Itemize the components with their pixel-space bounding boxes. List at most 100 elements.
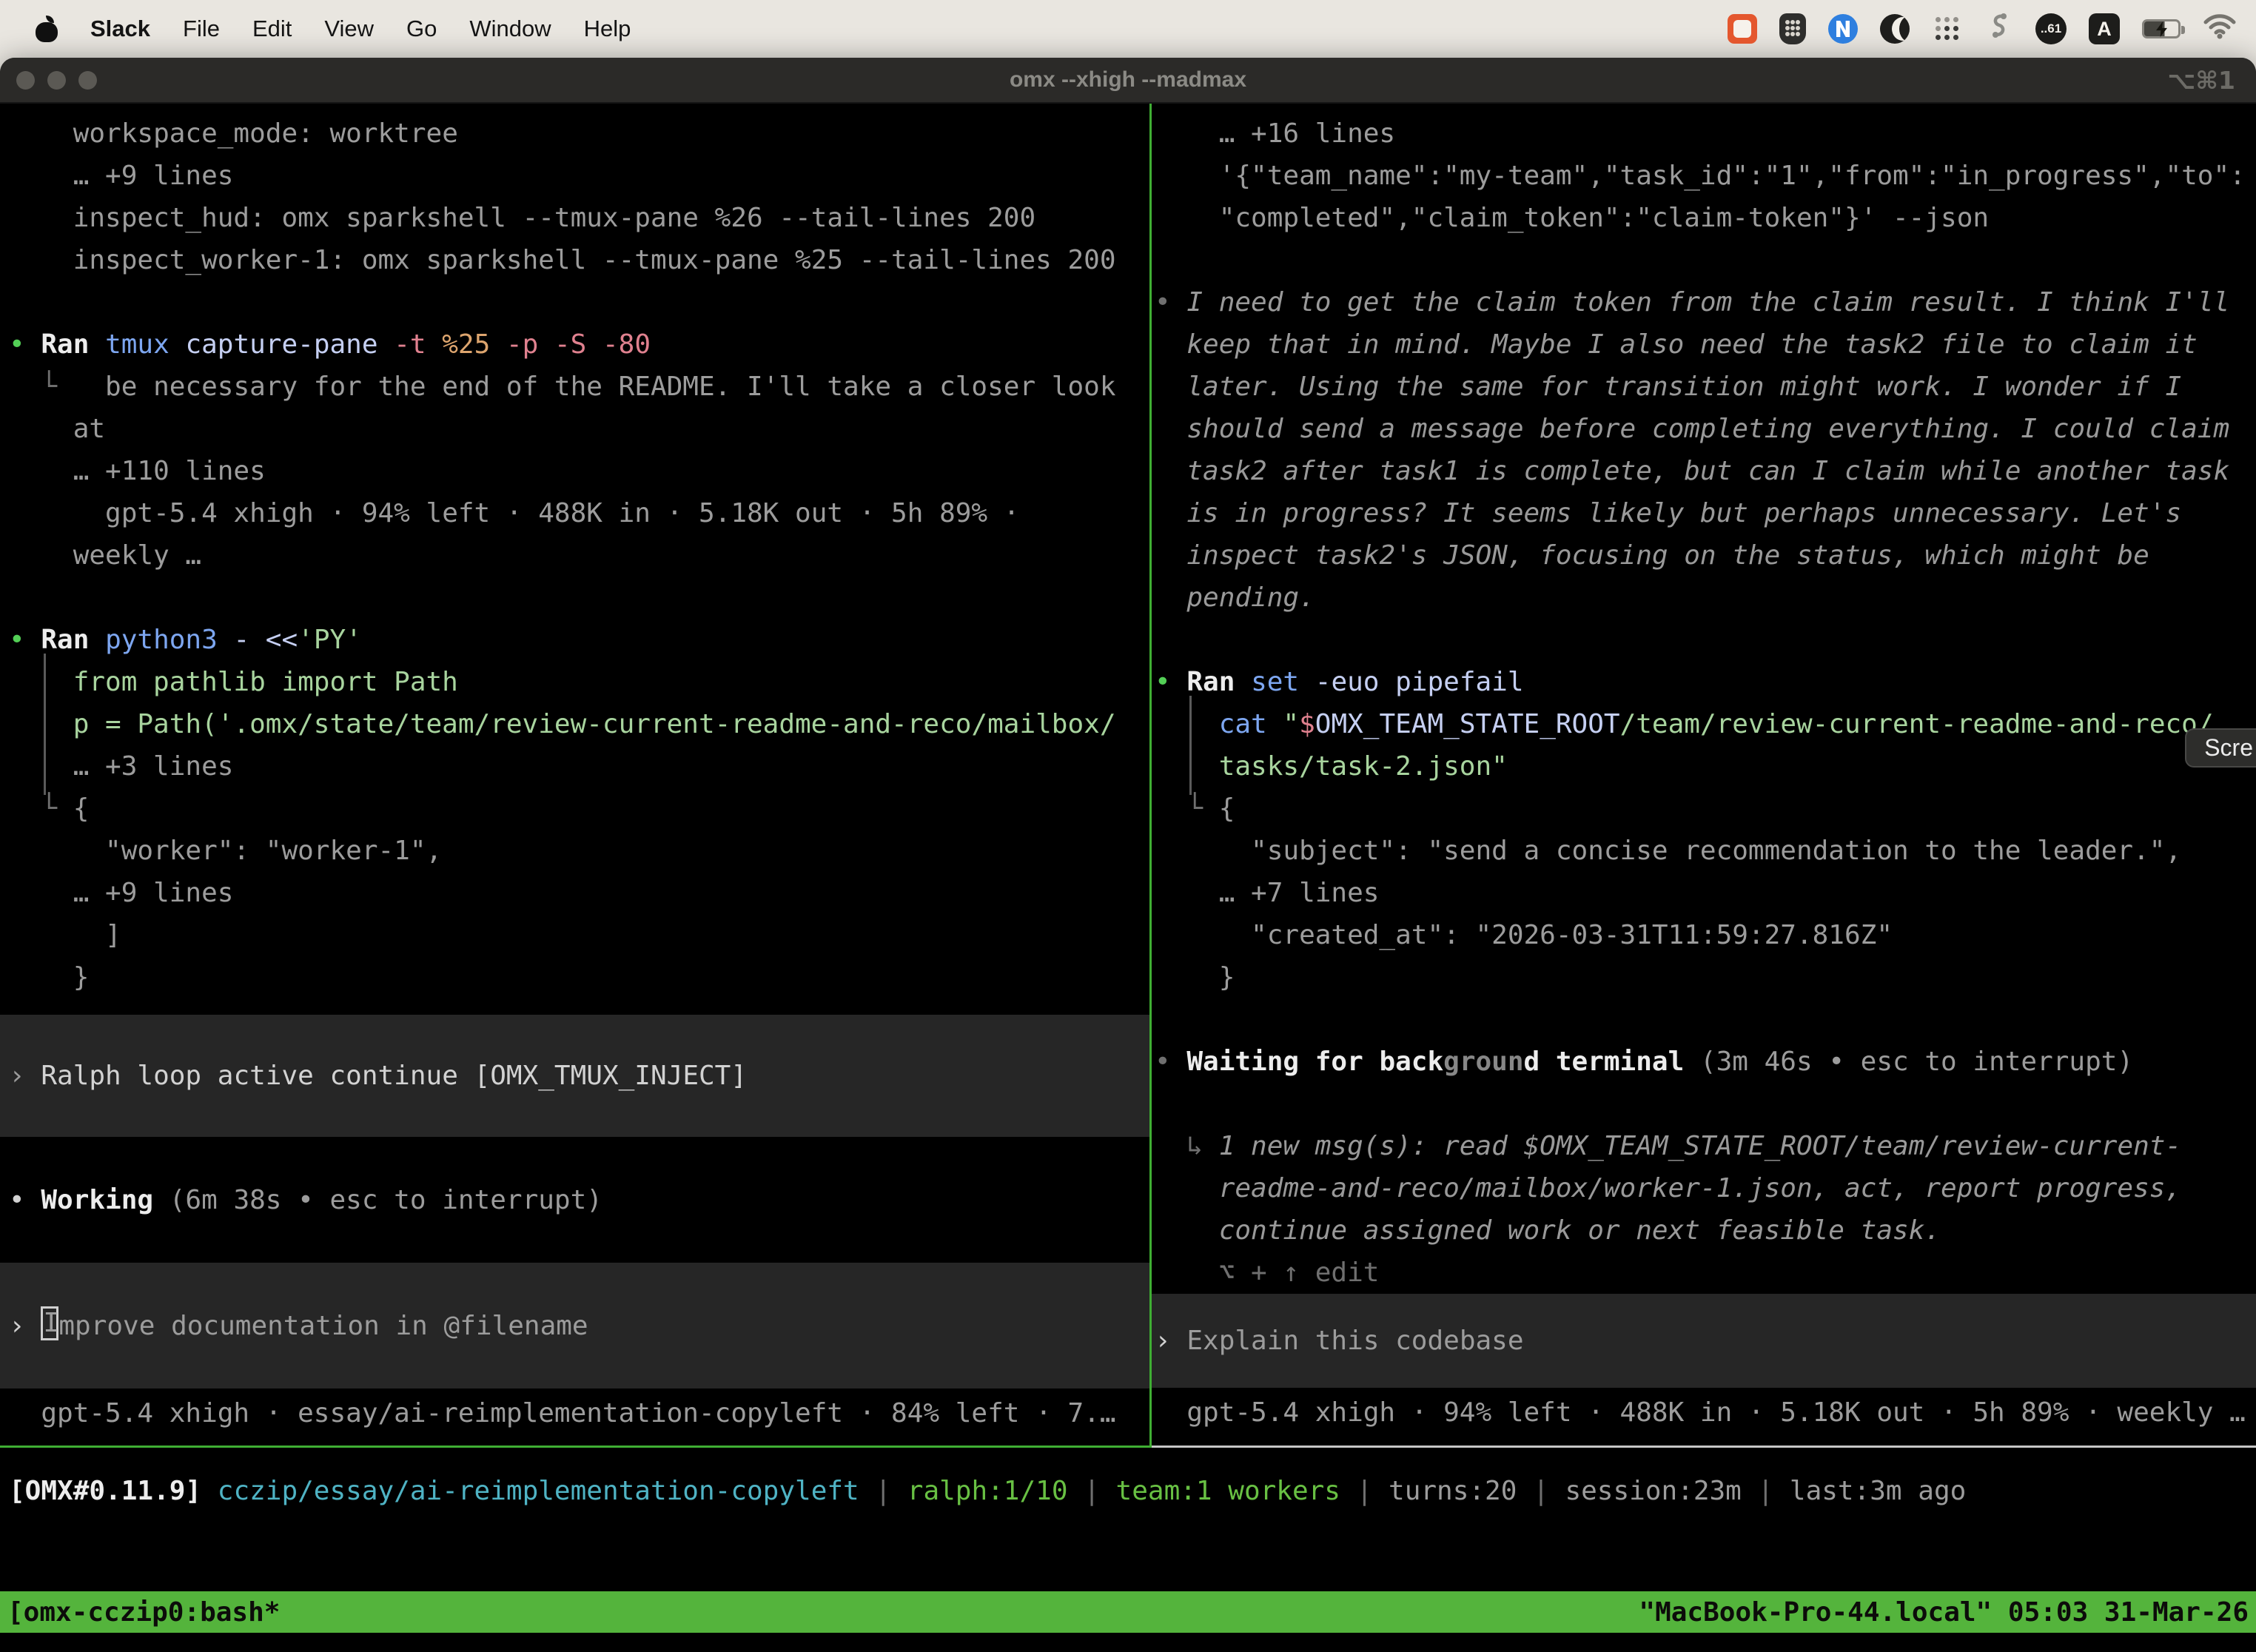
zoom-button[interactable] (78, 71, 97, 90)
text-segment: mprove documentation in @filename (58, 1305, 588, 1347)
terminal-line (0, 281, 1149, 323)
text-segment: | (1517, 1476, 1565, 1506)
thinking-text: • I need to get the claim token from the… (1152, 281, 2256, 323)
prompt-input[interactable]: › Explain this codebase (1152, 1294, 2256, 1388)
text-segment: } (9, 962, 89, 993)
text-segment: } (1155, 962, 1235, 993)
text-segment: › (9, 1305, 41, 1347)
text-segment: '{"team_name":"my-team","task_id":"1","f… (1155, 161, 2246, 191)
model-status: gpt-5.4 xhigh · 94% left · 488K in · 5.1… (1152, 1391, 2256, 1434)
terminal-line: "worker": "worker-1", (0, 830, 1149, 872)
text-segment: └ (1155, 793, 1219, 824)
model-status: gpt-5.4 xhigh · essay/ai-reimplementatio… (0, 1392, 1149, 1434)
thinking-text: is in progress? It seems likely but perh… (1152, 492, 2256, 534)
text-segment: { (73, 793, 90, 824)
text-segment: … +16 lines (1155, 118, 1395, 149)
right-pane[interactable]: … +16 lines '{"team_name":"my-team","tas… (1152, 104, 2256, 1448)
menu-item-edit[interactable]: Edit (252, 16, 292, 42)
text-segment: … +9 lines (9, 161, 233, 191)
text-segment: - << (233, 625, 298, 655)
text-segment: inspect task2's JSON, focusing on the st… (1155, 540, 2149, 571)
text-segment: | (859, 1476, 907, 1506)
window-titlebar[interactable]: omx --xhigh --madmax ⌥⌘1 (0, 58, 2256, 104)
window-shortcut: ⌥⌘1 (2167, 66, 2235, 95)
terminal-line: weekly … (0, 534, 1149, 577)
text-segment: › (1155, 1320, 1186, 1362)
text-segment: readme-and-reco/mailbox/worker-1.json, a… (1155, 1173, 2181, 1203)
text-segment: "worker": "worker-1", (9, 836, 442, 866)
text-segment: "created_at": "2026-03-31T11:59:27.816Z" (1155, 920, 1893, 950)
crescent-icon[interactable] (1880, 14, 1910, 44)
text-segment: └ (9, 372, 105, 402)
minimize-button[interactable] (47, 71, 66, 90)
tmux-panes: workspace_mode: worktree … +9 lines insp… (0, 104, 2256, 1448)
thinking-text: should send a message before completing … (1152, 408, 2256, 450)
left-pane[interactable]: workspace_mode: worktree … +9 lines insp… (0, 104, 1149, 1448)
terminal-line: from pathlib import Path (0, 661, 1149, 703)
text-segment: p = Path('.omx/state/team/review-current… (73, 709, 1116, 739)
text-segment: Ran (41, 329, 105, 360)
menu-item-file[interactable]: File (183, 16, 220, 42)
text-segment: last:3m ago (1790, 1476, 1966, 1506)
badge-61-icon[interactable]: ..61 (2035, 13, 2067, 44)
close-button[interactable] (16, 71, 35, 90)
text-segment: cat (1219, 709, 1283, 739)
blue-badge-icon[interactable] (1828, 14, 1858, 44)
screenshot-icon[interactable] (1728, 14, 1757, 44)
letter-a-icon[interactable]: A (2089, 13, 2120, 44)
text-segment: { (1219, 793, 1235, 824)
apple-menu-icon[interactable] (36, 16, 58, 42)
text-segment: Working (41, 1185, 169, 1215)
mailbox-hint: continue assigned work or next feasible … (1152, 1209, 2256, 1252)
terminal-line: cat "$OMX_TEAM_STATE_ROOT/team/review-cu… (1152, 703, 2256, 745)
s-curve-icon[interactable] (1984, 11, 2013, 47)
terminal-line: "completed","claim_token":"claim-token"}… (1152, 197, 2256, 239)
text-segment: • (9, 1185, 41, 1215)
terminal-line: "created_at": "2026-03-31T11:59:27.816Z" (1152, 914, 2256, 956)
text-segment: (6m 38s • esc to interrupt) (169, 1185, 602, 1215)
text-segment: from pathlib import Path (73, 667, 458, 697)
text-segment: d terminal (1524, 1047, 1700, 1077)
indent-guide (9, 703, 73, 745)
text-segment: Ran (41, 625, 105, 655)
window-title: omx --xhigh --madmax (0, 67, 2256, 93)
terminal-line: … +9 lines (0, 155, 1149, 197)
text-segment: Ran (1186, 667, 1251, 697)
menu-item-view[interactable]: View (324, 16, 374, 42)
menu-item-go[interactable]: Go (406, 16, 437, 42)
terminal-line (1152, 239, 2256, 281)
text-segment: … +9 lines (9, 878, 233, 908)
terminal-line: at (0, 408, 1149, 450)
text-segment: at (9, 414, 105, 444)
wifi-icon[interactable] (2203, 13, 2237, 45)
menu-item-help[interactable]: Help (584, 16, 631, 42)
terminal-line: "subject": "send a concise recommendatio… (1152, 830, 2256, 872)
text-segment: continue assigned work or next feasible … (1155, 1215, 1941, 1246)
terminal-line: inspect_worker-1: omx sparkshell --tmux-… (0, 239, 1149, 281)
menu-items: File Edit View Go Window Help (183, 16, 631, 42)
text-segment: ralph:1/10 (907, 1476, 1068, 1506)
text-segment: python3 (105, 625, 233, 655)
prompt-input[interactable]: › Improve documentation in @filename (0, 1263, 1149, 1389)
text-segment: $ (1299, 709, 1315, 739)
dots-grid-icon[interactable] (1932, 14, 1961, 44)
terminal-line: tasks/task-2.json" (1152, 745, 2256, 788)
tmux-session-label: [omx-cczip0:bash* (7, 1597, 280, 1628)
ran-command: • Ran set -euo pipefail (1152, 661, 2256, 703)
waiting-status: • Waiting for background terminal (3m 46… (1152, 1041, 2256, 1083)
terminal-line: └ be necessary for the end of the README… (0, 366, 1149, 408)
text-segment: • (9, 625, 41, 655)
shield-grid-icon[interactable] (1779, 13, 1806, 44)
text-segment: tmux (105, 329, 185, 360)
battery-icon[interactable] (2142, 19, 2181, 38)
menu-item-window[interactable]: Window (469, 16, 551, 42)
omx-status-line: [OMX#0.11.9] cczip/essay/ai-reimplementa… (0, 1470, 2256, 1512)
text-segment: … +110 lines (9, 456, 266, 486)
terminal-line: ] (0, 914, 1149, 956)
text-segment: … +7 lines (1155, 878, 1379, 908)
text-segment: set (1251, 667, 1315, 697)
working-status: • Working (6m 38s • esc to interrupt) (0, 1179, 1149, 1221)
menu-app-name[interactable]: Slack (90, 16, 150, 42)
text-segment: Explain this codebase (1186, 1320, 1523, 1362)
text-segment: "subject": "send a concise recommendatio… (1155, 836, 2181, 866)
